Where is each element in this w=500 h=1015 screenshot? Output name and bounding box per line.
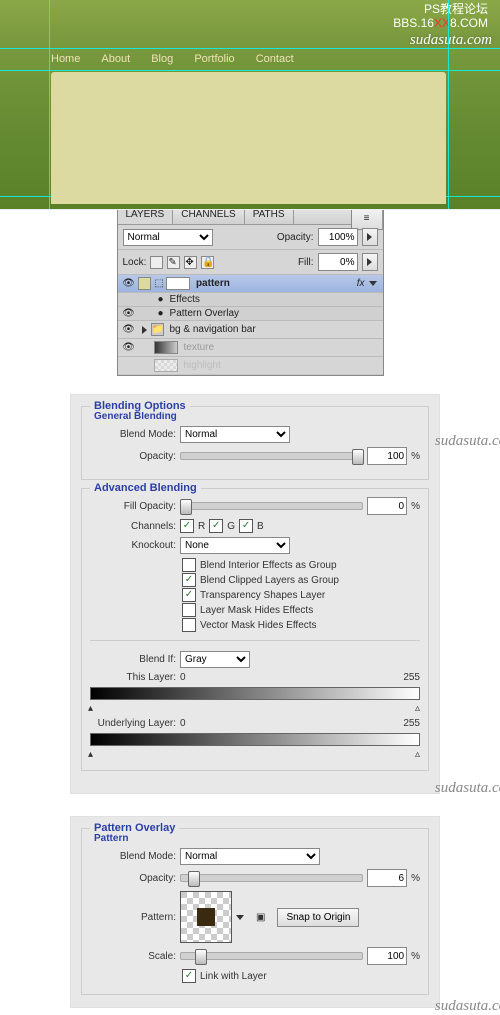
blend-mode-label: Blend Mode:: [90, 851, 176, 862]
nav-portfolio[interactable]: Portfolio: [194, 53, 234, 65]
opacity-slider[interactable]: [180, 452, 363, 460]
snap-to-origin-button[interactable]: Snap to Origin: [277, 908, 359, 927]
fx-icon[interactable]: fx: [357, 278, 365, 289]
pattern-overlay-dialog: Pattern Overlay Pattern Blend Mode: Norm…: [70, 816, 440, 1008]
advanced-blending-title: Advanced Blending: [90, 482, 201, 494]
layer-name: pattern: [196, 278, 230, 289]
fill-opacity-label: Fill Opacity:: [90, 501, 176, 512]
pattern-overlay-title: Pattern Overlay: [90, 822, 179, 834]
blendif-label: Blend If:: [90, 654, 176, 665]
opt-layer-mask-hides[interactable]: Layer Mask Hides Effects: [182, 603, 420, 617]
watermark: sudasuta.com: [435, 780, 500, 797]
blend-mode-select[interactable]: Normal: [180, 426, 290, 443]
fx-expand-icon[interactable]: [369, 281, 377, 286]
pattern-label: Pattern:: [90, 912, 176, 923]
credit-line2: BBS.16XX8.COM: [393, 16, 488, 30]
this-layer-gradient[interactable]: [90, 687, 420, 700]
opacity-label: Opacity:: [277, 232, 314, 243]
layer-pattern[interactable]: 👁 ⬚ pattern fx: [118, 275, 383, 293]
design-preview: PS教程论坛 BBS.16XX8.COM sudasuta.com Home A…: [0, 0, 500, 210]
nav-blog[interactable]: Blog: [151, 53, 173, 65]
link-with-layer-checkbox[interactable]: ✓Link with Layer: [182, 969, 420, 983]
opt-blend-clipped[interactable]: ✓Blend Clipped Layers as Group: [182, 573, 420, 587]
layer-highlight[interactable]: highlight: [118, 357, 383, 375]
group-expand-icon[interactable]: [142, 326, 147, 334]
channel-g-checkbox[interactable]: ✓: [209, 519, 223, 533]
lock-pixels-icon[interactable]: ✎: [167, 256, 180, 269]
fill-opacity-slider[interactable]: [180, 502, 363, 510]
nav-bar: Home About Blog Portfolio Contact: [51, 53, 312, 65]
pattern-opacity-slider[interactable]: [180, 874, 363, 882]
scale-input[interactable]: [367, 947, 407, 965]
lock-position-icon[interactable]: ✥: [184, 256, 197, 269]
blending-options-dialog: Blending Options General Blending Blend …: [70, 394, 440, 794]
lock-label: Lock:: [123, 257, 147, 268]
opt-blend-interior[interactable]: Blend Interior Effects as Group: [182, 558, 420, 572]
pattern-swatch[interactable]: [180, 891, 232, 943]
blendif-select[interactable]: Gray: [180, 651, 250, 668]
fill-label: Fill:: [298, 257, 314, 268]
knockout-select[interactable]: None: [180, 537, 290, 554]
scale-label: Scale:: [90, 951, 176, 962]
fill-input[interactable]: [318, 253, 358, 271]
watermark: sudasuta.com: [410, 32, 492, 49]
source-credit: PS教程论坛 BBS.16XX8.COM: [393, 2, 488, 30]
lock-all-icon[interactable]: 🔒: [201, 256, 214, 269]
opacity-label: Opacity:: [90, 451, 176, 462]
visibility-icon[interactable]: 👁: [120, 278, 138, 289]
blend-mode-select[interactable]: Normal: [123, 229, 213, 246]
nav-home[interactable]: Home: [51, 53, 80, 65]
opacity-flyout-icon[interactable]: [362, 228, 378, 246]
pattern-overlay-row[interactable]: 👁●Pattern Overlay: [118, 307, 383, 321]
pattern-subtitle: Pattern: [90, 833, 420, 844]
knockout-label: Knockout:: [90, 540, 176, 551]
general-blending-title: General Blending: [90, 411, 420, 422]
blend-mode-label: Blend Mode:: [90, 429, 176, 440]
channel-b-checkbox[interactable]: ✓: [239, 519, 253, 533]
pattern-opacity-input[interactable]: [367, 869, 407, 887]
layer-bg-nav[interactable]: 👁 📁 bg & navigation bar: [118, 321, 383, 339]
watermark: sudasuta.com: [435, 433, 500, 450]
opacity-input[interactable]: [367, 447, 407, 465]
pattern-picker-icon[interactable]: [236, 915, 244, 920]
opt-transparency-shapes[interactable]: ✓Transparency Shapes Layer: [182, 588, 420, 602]
layers-panel: LAYERS CHANNELS PATHS ≡ Normal Opacity: …: [117, 205, 384, 376]
effects-row[interactable]: ●Effects: [118, 293, 383, 307]
channel-r-checkbox[interactable]: ✓: [180, 519, 194, 533]
opt-vector-mask-hides[interactable]: Vector Mask Hides Effects: [182, 618, 420, 632]
nav-contact[interactable]: Contact: [256, 53, 294, 65]
lock-transparency-icon[interactable]: [150, 256, 163, 269]
opacity-label: Opacity:: [90, 873, 176, 884]
channels-label: Channels:: [90, 521, 176, 532]
content-box: [51, 72, 446, 204]
opacity-input[interactable]: [318, 228, 358, 246]
pattern-blend-mode-select[interactable]: Normal: [180, 848, 320, 865]
layer-name: bg & navigation bar: [170, 324, 256, 335]
new-preset-icon[interactable]: ▣: [256, 912, 265, 923]
scale-slider[interactable]: [180, 952, 363, 960]
nav-about[interactable]: About: [101, 53, 130, 65]
layer-texture[interactable]: 👁 texture: [118, 339, 383, 357]
underlying-layer-gradient[interactable]: [90, 733, 420, 746]
credit-line1: PS教程论坛: [393, 2, 488, 16]
watermark: sudasuta.com: [435, 998, 500, 1015]
fill-flyout-icon[interactable]: [362, 253, 378, 271]
visibility-icon[interactable]: 👁: [120, 324, 138, 335]
dialog-title: Blending Options: [90, 400, 190, 412]
fill-opacity-input[interactable]: [367, 497, 407, 515]
